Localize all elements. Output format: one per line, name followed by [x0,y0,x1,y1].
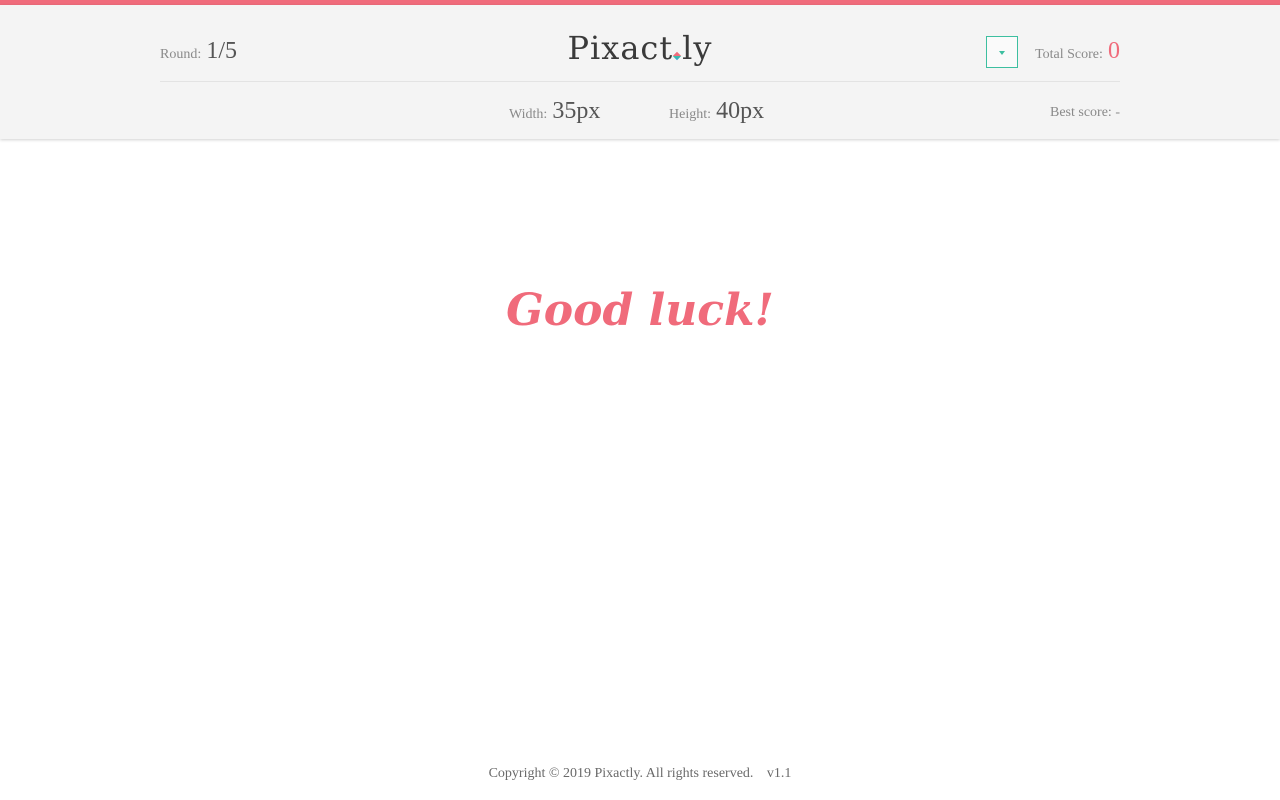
app-logo: Pixact ly [160,29,1120,67]
target-width: Width: 35px [509,98,600,125]
total-score: Total Score: 0 [1035,38,1120,65]
width-value: 35px [552,98,601,124]
height-value: 40px [716,98,765,124]
best-score: Best score: - [1050,105,1120,121]
chevron-down-icon [999,51,1005,55]
menu-dropdown-button[interactable] [986,36,1018,68]
width-label: Width: [509,107,548,122]
best-score-value: - [1115,105,1120,120]
target-height: Height: 40px [669,98,764,125]
good-luck-message: Good luck! [506,285,774,336]
header-top-row: Round: 1/5 Pixact ly Total Score: 0 [160,5,1120,82]
header-bottom-row: Width: 35px Height: 40px Best score: - [160,82,1120,139]
logo-text-left: Pixact [567,29,674,67]
game-header: Round: 1/5 Pixact ly Total Score: 0 Width… [0,5,1280,139]
copyright-text: Copyright © 2019 Pixactly. All rights re… [488,766,754,781]
version-text: v1.1 [766,766,792,781]
logo-dot-icon [672,51,682,61]
logo-text-right: ly [682,29,713,67]
total-score-label: Total Score: [1035,47,1103,62]
header-container: Round: 1/5 Pixact ly Total Score: 0 Width… [160,5,1120,139]
best-score-label: Best score: [1050,105,1112,120]
total-score-value: 0 [1108,38,1120,64]
footer: Copyright © 2019 Pixactly. All rights re… [0,766,1280,782]
height-label: Height: [669,107,711,122]
